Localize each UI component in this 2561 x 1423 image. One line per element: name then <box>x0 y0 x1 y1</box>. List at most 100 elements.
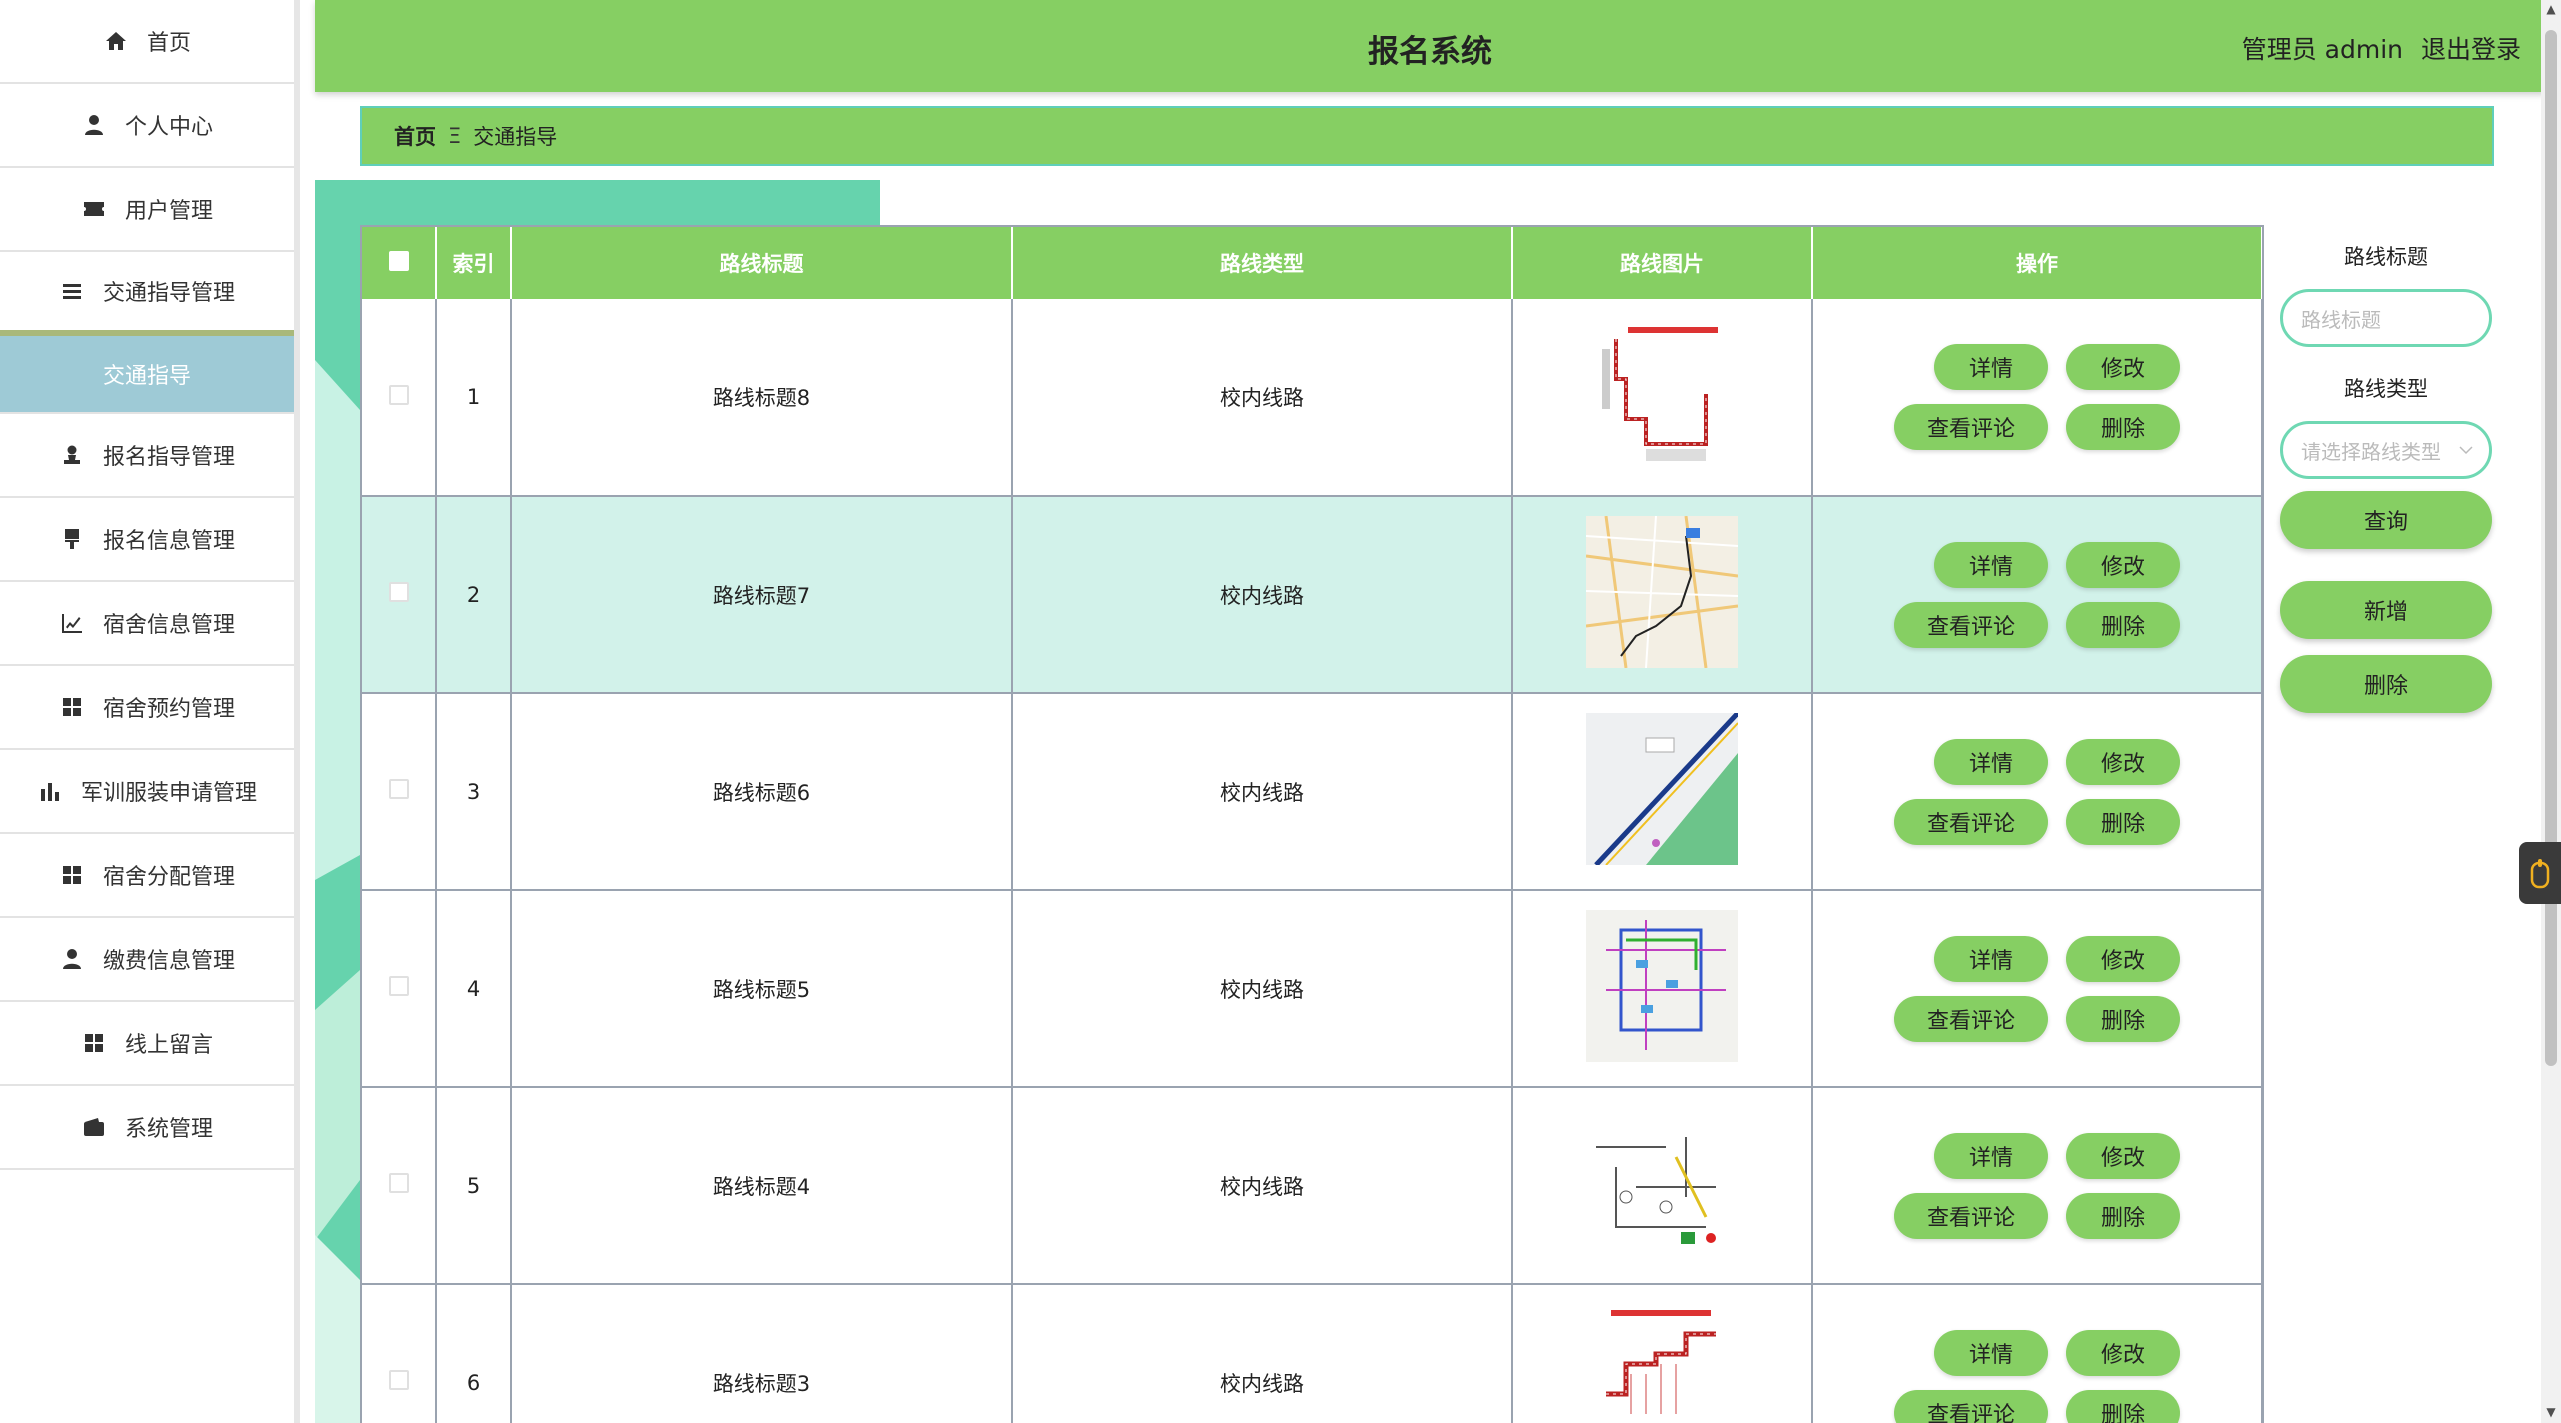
detail-button[interactable]: 详情 <box>1934 1329 2048 1376</box>
sidebar-item-payment-info[interactable]: 缴费信息管理 <box>0 918 294 1002</box>
route-image[interactable] <box>1586 516 1738 668</box>
route-image[interactable] <box>1586 1304 1738 1423</box>
sidebar-item-label: 军训服装申请管理 <box>80 781 257 806</box>
route-type-placeholder: 请选择路线类型 <box>2301 439 2441 464</box>
breadcrumb-home[interactable]: 首页 <box>394 121 436 151</box>
delete-button[interactable]: 删除 <box>2066 1192 2180 1239</box>
select-all-checkbox[interactable] <box>388 250 409 271</box>
scrollbar-thumb[interactable] <box>2545 30 2557 1066</box>
edit-button[interactable]: 修改 <box>2066 344 2180 390</box>
delete-button[interactable]: 删除 <box>2066 798 2180 845</box>
detail-button[interactable]: 详情 <box>1934 1132 2048 1179</box>
user-icon <box>81 112 107 138</box>
search-panel: 路线标题 路线标题 路线类型 请选择路线类型 查询 新增 删除 <box>2280 225 2492 713</box>
view-comments-button[interactable]: 查看评论 <box>1894 601 2048 648</box>
list-icon <box>59 278 85 304</box>
detail-button[interactable]: 详情 <box>1934 344 2048 390</box>
sidebar-item-label: 宿舍分配管理 <box>102 865 235 890</box>
cell-index: 2 <box>436 496 512 694</box>
sidebar-item-traffic-guide[interactable]: 交通指导 <box>0 336 294 414</box>
breadcrumb-current: 交通指导 <box>473 125 558 149</box>
sidebar-item-label: 系统管理 <box>124 1117 213 1142</box>
delete-button[interactable]: 删除 <box>2066 1389 2180 1423</box>
sidebar-item-dorm-allocation[interactable]: 宿舍分配管理 <box>0 834 294 918</box>
cell-index: 3 <box>436 693 512 891</box>
row-checkbox[interactable] <box>388 1173 409 1193</box>
grid-icon <box>81 1030 107 1056</box>
route-image[interactable] <box>1586 713 1738 865</box>
row-checkbox[interactable] <box>388 1370 409 1390</box>
person-icon <box>59 442 85 468</box>
trend-chart-icon <box>59 610 85 636</box>
detail-button[interactable]: 详情 <box>1934 738 2048 785</box>
sidebar-item-dorm-info[interactable]: 宿舍信息管理 <box>0 582 294 666</box>
delete-button[interactable]: 删除 <box>2066 404 2180 450</box>
sidebar-item-label: 线上留言 <box>124 1033 213 1058</box>
edit-button[interactable]: 修改 <box>2066 935 2180 982</box>
route-image[interactable] <box>1586 1107 1738 1259</box>
edit-button[interactable]: 修改 <box>2066 1132 2180 1179</box>
scroll-up-arrow-icon[interactable]: ▲ <box>2543 2 2559 16</box>
route-image[interactable] <box>1586 910 1738 1062</box>
sidebar-item-registration-info[interactable]: 报名信息管理 <box>0 498 294 582</box>
bar-chart-icon <box>37 778 63 804</box>
delete-button[interactable]: 删除 <box>2066 995 2180 1042</box>
sidebar-item-system-management[interactable]: 系统管理 <box>0 1086 294 1170</box>
user-icon <box>59 946 85 972</box>
cell-type: 校内线路 <box>1012 1087 1513 1285</box>
sidebar-item-label: 用户管理 <box>124 199 213 224</box>
view-comments-button[interactable]: 查看评论 <box>1894 1389 2048 1423</box>
sidebar-item-home[interactable]: 首页 <box>0 0 294 84</box>
detail-button[interactable]: 详情 <box>1934 935 2048 982</box>
delete-button[interactable]: 删除 <box>2066 601 2180 648</box>
sidebar-item-user-management[interactable]: 用户管理 <box>0 168 294 252</box>
table-row: 5 路线标题4 校内线路 详情 修改 查看评论 删除 <box>362 1087 2262 1285</box>
route-title-input[interactable]: 路线标题 <box>2280 289 2492 347</box>
current-user: 管理员 admin <box>2241 35 2403 64</box>
table-row: 4 路线标题5 校内线路 详情 修改 查看评论 删除 <box>362 890 2262 1088</box>
brush-icon <box>59 526 85 552</box>
edit-button[interactable]: 修改 <box>2066 738 2180 785</box>
view-comments-button[interactable]: 查看评论 <box>1894 798 2048 845</box>
sidebar-item-label: 交通指导 <box>102 364 191 389</box>
scroll-down-arrow-icon[interactable]: ▼ <box>2543 1405 2559 1419</box>
sidebar-item-label: 宿舍预约管理 <box>102 697 235 722</box>
batch-delete-button[interactable]: 删除 <box>2280 655 2492 713</box>
sidebar-item-uniform-application[interactable]: 军训服装申请管理 <box>0 750 294 834</box>
cell-title: 路线标题3 <box>511 1284 1013 1423</box>
sidebar-item-online-message[interactable]: 线上留言 <box>0 1002 294 1086</box>
row-checkbox[interactable] <box>388 976 409 996</box>
cell-title: 路线标题7 <box>511 496 1013 694</box>
wallet-icon <box>81 1114 107 1140</box>
sidebar-item-registration-guide[interactable]: 报名指导管理 <box>0 414 294 498</box>
sidebar-item-profile[interactable]: 个人中心 <box>0 84 294 168</box>
table-row: 3 路线标题6 校内线路 详情 修改 查看评论 删除 <box>362 693 2262 891</box>
edit-button[interactable]: 修改 <box>2066 1329 2180 1376</box>
sidebar-item-dorm-reservation[interactable]: 宿舍预约管理 <box>0 666 294 750</box>
sidebar-item-label: 缴费信息管理 <box>102 949 235 974</box>
sidebar-item-label: 个人中心 <box>124 115 213 140</box>
view-comments-button[interactable]: 查看评论 <box>1894 995 2048 1042</box>
route-type-label: 路线类型 <box>2344 377 2428 401</box>
table-header-row: 索引 路线标题 路线类型 路线图片 操作 <box>362 227 2262 299</box>
logout-link[interactable]: 退出登录 <box>2421 30 2521 66</box>
add-button[interactable]: 新增 <box>2280 581 2492 639</box>
route-table: 索引 路线标题 路线类型 路线图片 操作 1 路线标题8 校内线路 详情 修改 … <box>360 225 2264 1423</box>
column-header-image: 路线图片 <box>1512 227 1813 299</box>
column-header-title: 路线标题 <box>511 227 1013 299</box>
view-comments-button[interactable]: 查看评论 <box>1894 404 2048 450</box>
sidebar-item-traffic-guide-management[interactable]: 交通指导管理 <box>0 252 294 336</box>
detail-button[interactable]: 详情 <box>1934 541 2048 588</box>
route-image[interactable] <box>1586 318 1738 471</box>
floating-widget[interactable] <box>2519 842 2561 904</box>
row-checkbox[interactable] <box>388 582 409 602</box>
row-checkbox[interactable] <box>388 384 409 405</box>
query-button[interactable]: 查询 <box>2280 491 2492 549</box>
sidebar: 首页 个人中心 用户管理 交通指导管理 交通指导 报名指导管理 报名信息管理 宿… <box>0 0 300 1423</box>
sidebar-item-label: 报名指导管理 <box>102 445 235 470</box>
edit-button[interactable]: 修改 <box>2066 541 2180 588</box>
row-checkbox[interactable] <box>388 779 409 799</box>
route-type-select[interactable]: 请选择路线类型 <box>2280 421 2492 479</box>
cell-index: 4 <box>436 890 512 1088</box>
view-comments-button[interactable]: 查看评论 <box>1894 1192 2048 1239</box>
